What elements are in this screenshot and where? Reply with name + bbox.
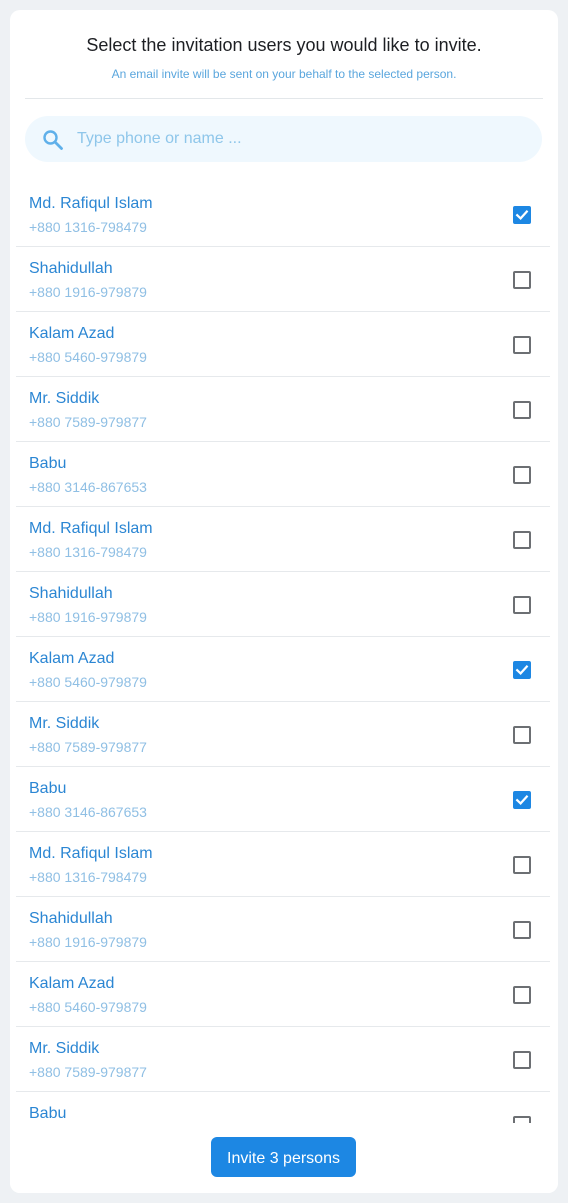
contact-checkbox[interactable]: [513, 726, 531, 744]
contact-row[interactable]: Mr. Siddik +880 7589-979877: [16, 377, 550, 442]
contact-name: Mr. Siddik: [29, 390, 100, 407]
contact-name: Md. Rafiqul Islam: [29, 195, 153, 212]
contact-checkbox[interactable]: [513, 596, 531, 614]
contact-name: Babu: [29, 455, 67, 472]
contact-checkbox[interactable]: [513, 1051, 531, 1069]
contact-checkbox[interactable]: [513, 1116, 531, 1123]
contact-checkbox[interactable]: [513, 336, 531, 354]
contact-row[interactable]: Kalam Azad +880 5460-979879: [16, 312, 550, 377]
contact-row[interactable]: Kalam Azad +880 5460-979879: [16, 637, 550, 702]
contact-row[interactable]: Shahidullah +880 1916-979879: [16, 572, 550, 637]
contact-row[interactable]: Shahidullah +880 1916-979879: [16, 897, 550, 962]
search-icon: [42, 129, 64, 151]
contact-phone: +880 1316-798479: [29, 219, 147, 235]
contact-row[interactable]: Mr. Siddik +880 7589-979877: [16, 1027, 550, 1092]
contact-name: Mr. Siddik: [29, 1040, 100, 1057]
dialog-header: Select the invitation users you would li…: [25, 10, 543, 99]
search-input[interactable]: [77, 116, 517, 162]
contact-name: Md. Rafiqul Islam: [29, 845, 153, 862]
contact-row[interactable]: Md. Rafiqul Islam +880 1316-798479: [16, 507, 550, 572]
contact-phone: +880 1916-979879: [29, 284, 147, 300]
contact-phone: +880 7589-979877: [29, 739, 147, 755]
contact-checkbox[interactable]: [513, 206, 531, 224]
check-icon: [515, 665, 529, 675]
contact-row[interactable]: Babu +880 3146-867653: [16, 442, 550, 507]
contact-row[interactable]: Shahidullah +880 1916-979879: [16, 247, 550, 312]
contact-row[interactable]: Md. Rafiqul Islam +880 1316-798479: [16, 182, 550, 247]
dialog-subtitle: An email invite will be sent on your beh…: [111, 67, 457, 81]
contact-name: Kalam Azad: [29, 650, 115, 667]
contact-checkbox[interactable]: [513, 531, 531, 549]
contact-name: Md. Rafiqul Islam: [29, 520, 153, 537]
contact-row[interactable]: Kalam Azad +880 5460-979879: [16, 962, 550, 1027]
contact-name: Kalam Azad: [29, 975, 115, 992]
contact-name: Mr. Siddik: [29, 715, 100, 732]
contact-name: Shahidullah: [29, 260, 113, 277]
contact-checkbox[interactable]: [513, 856, 531, 874]
contact-name: Kalam Azad: [29, 325, 115, 342]
check-icon: [515, 795, 529, 805]
contact-checkbox[interactable]: [513, 791, 531, 809]
contact-phone: +880 1316-798479: [29, 544, 147, 560]
contact-row[interactable]: Babu +880 3146-867653: [16, 767, 550, 832]
invite-button[interactable]: Invite 3 persons: [211, 1137, 356, 1177]
contact-checkbox[interactable]: [513, 401, 531, 419]
contact-checkbox[interactable]: [513, 466, 531, 484]
contact-name: Babu: [29, 780, 67, 797]
invite-dialog: Select the invitation users you would li…: [10, 10, 558, 1193]
contact-phone: +880 5460-979879: [29, 999, 147, 1015]
check-icon: [515, 210, 529, 220]
contact-phone: +880 1316-798479: [29, 869, 147, 885]
contact-checkbox[interactable]: [513, 661, 531, 679]
contact-name: Babu: [29, 1105, 67, 1122]
contact-list[interactable]: Md. Rafiqul Islam +880 1316-798479 Shahidu…: [16, 182, 550, 1123]
contact-phone: +880 5460-979879: [29, 349, 147, 365]
contact-row[interactable]: Mr. Siddik +880 7589-979877: [16, 702, 550, 767]
contact-phone: +880 5460-979879: [29, 674, 147, 690]
search-bar[interactable]: [25, 116, 542, 162]
contact-name: Shahidullah: [29, 585, 113, 602]
contact-checkbox[interactable]: [513, 271, 531, 289]
contact-name: Shahidullah: [29, 910, 113, 927]
contact-checkbox[interactable]: [513, 986, 531, 1004]
dialog-title: Select the invitation users you would li…: [86, 35, 482, 55]
contact-phone: +880 1916-979879: [29, 934, 147, 950]
contact-phone: +880 3146-867653: [29, 479, 147, 495]
contact-phone: +880 1916-979879: [29, 609, 147, 625]
contact-row[interactable]: Md. Rafiqul Islam +880 1316-798479: [16, 832, 550, 897]
contact-phone: +880 7589-979877: [29, 1064, 147, 1080]
contact-row[interactable]: Babu: [16, 1092, 550, 1123]
contact-phone: +880 3146-867653: [29, 804, 147, 820]
contact-phone: +880 7589-979877: [29, 414, 147, 430]
contact-checkbox[interactable]: [513, 921, 531, 939]
